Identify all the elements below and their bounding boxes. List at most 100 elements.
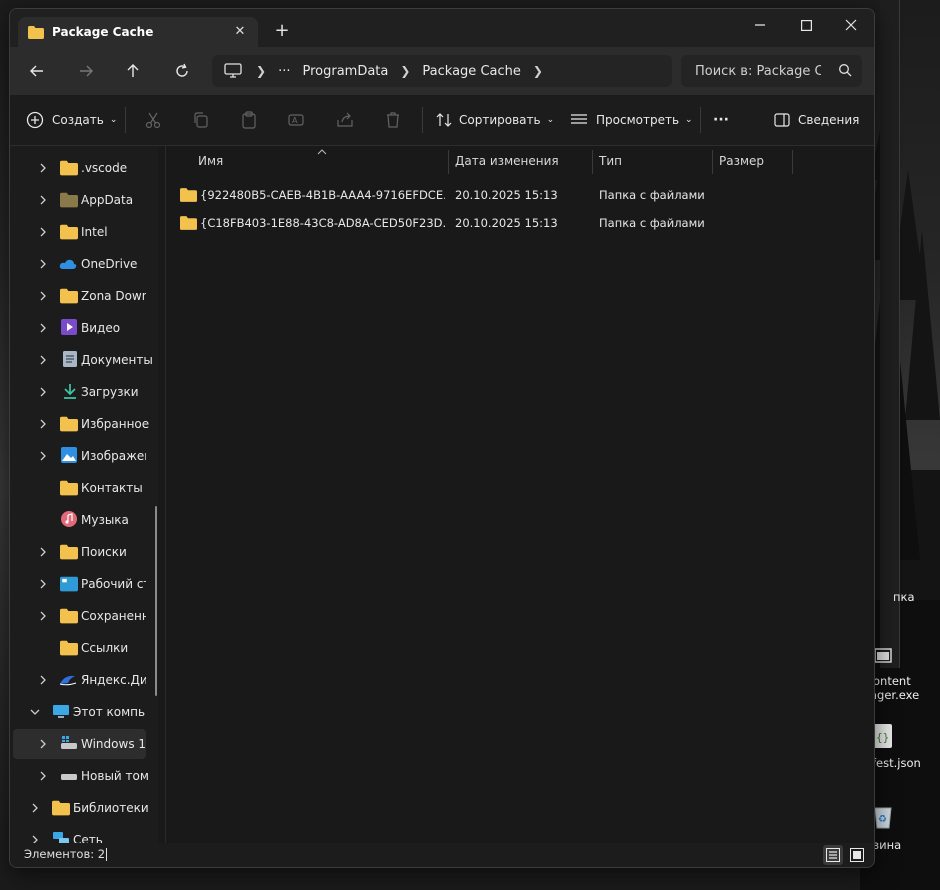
chevron-right-icon[interactable]	[37, 386, 49, 398]
refresh-button[interactable]	[167, 57, 197, 85]
share-button[interactable]	[336, 105, 354, 135]
this-pc-icon	[53, 705, 69, 718]
tiles-view-button[interactable]	[847, 845, 867, 865]
sidebar-item-this-pc[interactable]: Этот компью	[10, 697, 146, 727]
folder-icon	[180, 188, 197, 202]
more-options-button[interactable]: ···	[713, 105, 729, 135]
sidebar-item-appdata[interactable]: AppData	[10, 185, 146, 215]
sidebar-item-pictures[interactable]: Изображени	[10, 441, 146, 471]
address-bar[interactable]: ❯ ··· ProgramData ❯ Package Cache ❯	[212, 55, 672, 87]
create-button[interactable]: Создать ⌄	[26, 105, 117, 135]
desktop-label[interactable]: fest.json	[872, 756, 921, 770]
sidebar-item-video[interactable]: Видео	[10, 313, 146, 343]
sidebar-item-desktop[interactable]: Рабочий сто	[10, 569, 146, 599]
column-header-type[interactable]: Тип	[599, 146, 622, 176]
chevron-right-icon[interactable]	[37, 162, 49, 174]
column-header-size[interactable]: Размер	[719, 146, 764, 176]
chevron-right-icon[interactable]	[37, 578, 49, 590]
back-button[interactable]	[22, 57, 52, 85]
chevron-right-icon[interactable]	[37, 258, 49, 270]
sidebar-item-vscode[interactable]: .vscode	[10, 153, 146, 183]
sidebar-scrollbar[interactable]	[155, 506, 157, 696]
command-bar: Создать ⌄ A Сортировать ⌄ Просмотреть ⌄ …	[10, 95, 874, 146]
breadcrumb-more[interactable]: ···	[278, 64, 290, 79]
forward-button[interactable]	[71, 57, 101, 85]
sidebar-item-windows-10-drive[interactable]: Windows 10	[13, 729, 146, 759]
cut-button[interactable]	[144, 105, 162, 135]
chevron-right-icon[interactable]: ❯	[256, 64, 266, 78]
sidebar-item-downloads[interactable]: Загрузки	[10, 377, 146, 407]
column-divider[interactable]	[592, 150, 593, 174]
text-cursor	[106, 848, 107, 861]
minimize-button[interactable]	[737, 12, 783, 42]
rename-button[interactable]: A	[288, 105, 306, 135]
view-button[interactable]: Просмотреть ⌄	[570, 105, 693, 135]
chevron-right-icon[interactable]	[37, 226, 49, 238]
column-divider[interactable]	[792, 150, 793, 174]
chevron-right-icon[interactable]	[37, 290, 49, 302]
desktop-label[interactable]: ager.exe	[870, 688, 919, 702]
sidebar-item-documents[interactable]: Документы	[10, 345, 153, 375]
chevron-right-icon[interactable]	[37, 674, 49, 686]
chevron-right-icon[interactable]: ❯	[533, 64, 543, 78]
sidebar-item-label: Избранное	[81, 417, 150, 431]
chevron-right-icon[interactable]	[37, 738, 49, 750]
chevron-right-icon[interactable]	[37, 610, 49, 622]
chevron-right-icon[interactable]	[37, 546, 49, 558]
close-window-button[interactable]	[828, 12, 874, 42]
sidebar-item-favorites[interactable]: Избранное	[10, 409, 150, 439]
folder-icon	[60, 160, 78, 176]
details-pane-button[interactable]: Сведения	[774, 105, 859, 135]
column-header-date[interactable]: Дата изменения	[455, 146, 559, 176]
sidebar-item-searches[interactable]: Поиски	[10, 537, 146, 567]
sidebar-item-saved[interactable]: Сохраненны	[10, 601, 146, 631]
details-view-button[interactable]	[823, 845, 843, 865]
close-icon	[845, 19, 857, 31]
search-input[interactable]: Поиск в: Package Cache	[695, 64, 821, 79]
sidebar-item-zona-downloads[interactable]: Zona Downl	[10, 281, 146, 311]
chevron-right-icon[interactable]	[37, 354, 49, 366]
drive-icon	[61, 736, 77, 749]
breadcrumb-package-cache[interactable]: Package Cache	[422, 64, 520, 79]
sidebar-item-yandex-disk[interactable]: Яндекс.Диск	[10, 665, 146, 695]
chevron-down-icon[interactable]	[29, 706, 41, 718]
copy-button[interactable]	[192, 105, 210, 135]
tab-package-cache[interactable]: Package Cache ✕	[18, 17, 258, 47]
paste-button[interactable]	[240, 105, 258, 135]
chevron-right-icon[interactable]	[37, 322, 49, 334]
file-row[interactable]: {C18FB403-1E88-43C8-AD8A-CED50F23D... 20…	[180, 209, 860, 237]
maximize-button[interactable]	[783, 12, 829, 42]
chevron-right-icon[interactable]	[37, 194, 49, 206]
delete-button[interactable]	[384, 105, 402, 135]
new-tab-button[interactable]: +	[272, 21, 292, 41]
sidebar-item-contacts[interactable]: Контакты	[10, 473, 146, 503]
up-button[interactable]	[118, 57, 148, 85]
column-header-name[interactable]: Имя	[198, 146, 223, 176]
breadcrumb-programdata[interactable]: ProgramData	[302, 64, 388, 79]
file-row[interactable]: {922480B5-CAEB-4B1B-AAA4-9716EFDCE... 20…	[180, 181, 860, 209]
sort-button[interactable]: Сортировать ⌄	[435, 105, 554, 135]
search-box[interactable]: Поиск в: Package Cache	[681, 55, 862, 87]
chevron-right-icon[interactable]	[37, 418, 49, 430]
sidebar-item-libraries[interactable]: Библиотеки	[10, 793, 149, 823]
chevron-right-icon[interactable]	[29, 802, 41, 814]
drive-icon	[61, 774, 77, 780]
sidebar-item-network[interactable]: Сеть	[10, 825, 146, 843]
column-divider[interactable]	[448, 150, 449, 174]
column-divider[interactable]	[712, 150, 713, 174]
sidebar-item-links[interactable]: Ссылки	[10, 633, 146, 663]
sidebar-item-label: Музыка	[81, 513, 129, 527]
sidebar-item-intel[interactable]: Intel	[10, 217, 146, 247]
chevron-right-icon[interactable]	[37, 450, 49, 462]
close-tab-icon[interactable]: ✕	[232, 24, 248, 40]
sidebar-item-onedrive[interactable]: OneDrive	[10, 249, 146, 279]
details-label: Сведения	[798, 113, 860, 127]
desktop-label[interactable]: зина	[873, 838, 901, 852]
list-view-icon	[571, 114, 587, 124]
chevron-right-icon[interactable]: ❯	[400, 64, 410, 78]
desktop-label[interactable]: ontent	[873, 674, 911, 688]
sidebar-item-new-volume[interactable]: Новый том	[10, 761, 149, 791]
chevron-right-icon[interactable]	[37, 770, 49, 782]
sidebar-item-music[interactable]: Музыка	[10, 505, 146, 535]
chevron-right-icon[interactable]	[29, 834, 41, 843]
